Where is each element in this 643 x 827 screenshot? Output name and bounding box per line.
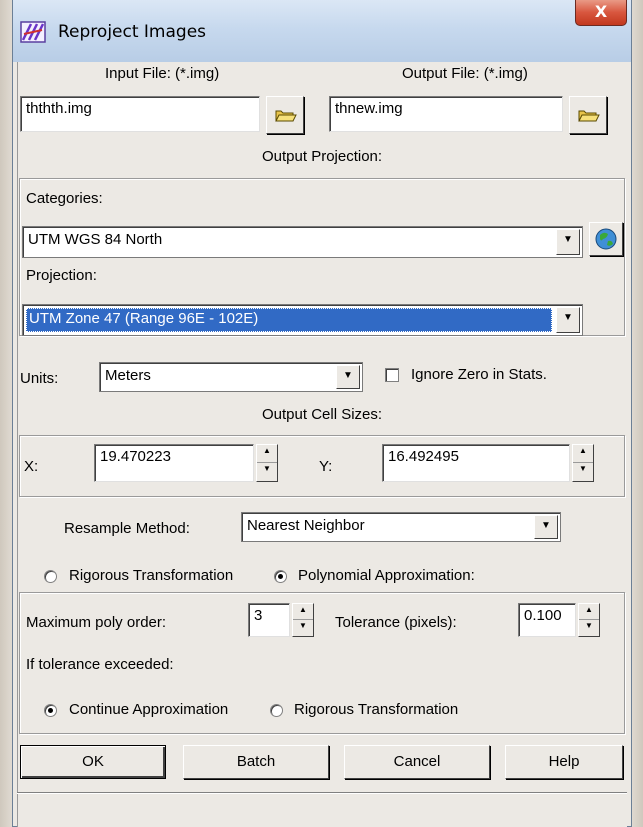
resample-method-dropdown[interactable]: Nearest Neighbor ▼ <box>241 512 561 542</box>
globe-button[interactable] <box>589 222 623 256</box>
reproject-app-icon <box>20 21 46 43</box>
resample-method-label: Resample Method: <box>64 520 190 537</box>
spin-up-icon[interactable]: ▲ <box>257 445 277 463</box>
chevron-down-icon[interactable]: ▼ <box>534 515 558 539</box>
chevron-down-icon[interactable]: ▼ <box>556 307 580 333</box>
polynomial-approximation-radio[interactable] <box>274 570 287 583</box>
batch-button[interactable]: Batch <box>183 745 329 779</box>
spin-up-icon[interactable]: ▲ <box>293 604 313 620</box>
max-poly-order-label: Maximum poly order: <box>26 614 167 631</box>
tolerance-input[interactable]: 0.100 <box>518 603 576 637</box>
y-cell-size-input[interactable]: 16.492495 <box>382 444 570 482</box>
x-label: X: <box>24 458 39 475</box>
tolerance-spinner[interactable]: ▲ ▼ <box>578 603 600 637</box>
categories-dropdown[interactable]: UTM WGS 84 North ▼ <box>22 226 583 258</box>
ignore-zero-checkbox[interactable] <box>385 368 399 382</box>
input-file-label: Input File: (*.img) <box>105 65 220 82</box>
y-cell-size-spinner[interactable]: ▲ ▼ <box>572 444 594 482</box>
globe-icon <box>595 228 617 250</box>
tolerance-exceeded-label: If tolerance exceeded: <box>26 656 174 673</box>
projection-dropdown[interactable]: UTM Zone 47 (Range 96E - 102E) ▼ <box>22 304 583 336</box>
folder-icon <box>275 110 297 122</box>
output-projection-label: Output Projection: <box>262 148 383 165</box>
spin-down-icon[interactable]: ▼ <box>573 463 593 481</box>
max-poly-order-spinner[interactable]: ▲ ▼ <box>292 603 314 637</box>
rigorous-transformation-label: Rigorous Transformation <box>69 567 234 584</box>
projection-value: UTM Zone 47 (Range 96E - 102E) <box>26 308 552 332</box>
output-file-browse-button[interactable] <box>569 96 607 134</box>
y-label: Y: <box>319 458 333 475</box>
resample-method-value: Nearest Neighbor <box>247 517 365 534</box>
continue-approximation-radio[interactable] <box>44 704 57 717</box>
output-file-label: Output File: (*.img) <box>402 65 528 82</box>
window-title: Reproject Images <box>58 22 207 42</box>
ok-button[interactable]: OK <box>20 745 166 779</box>
spin-down-icon[interactable]: ▼ <box>257 463 277 481</box>
spin-up-icon[interactable]: ▲ <box>579 604 599 620</box>
units-label: Units: <box>20 370 59 387</box>
cancel-button[interactable]: Cancel <box>344 745 490 779</box>
help-button[interactable]: Help <box>505 745 623 779</box>
categories-label: Categories: <box>26 190 103 207</box>
output-file-field[interactable]: thnew.img <box>329 96 563 132</box>
max-poly-order-input[interactable]: 3 <box>248 603 290 637</box>
input-file-browse-button[interactable] <box>266 96 304 134</box>
status-bar <box>17 792 627 827</box>
spin-down-icon[interactable]: ▼ <box>293 620 313 636</box>
units-dropdown[interactable]: Meters ▼ <box>99 362 363 392</box>
chevron-down-icon[interactable]: ▼ <box>336 365 360 389</box>
tolerance-label: Tolerance (pixels): <box>335 614 457 631</box>
polynomial-approximation-label: Polynomial Approximation: <box>298 567 475 584</box>
categories-value: UTM WGS 84 North <box>28 231 163 248</box>
units-value: Meters <box>105 367 151 384</box>
spin-down-icon[interactable]: ▼ <box>579 620 599 636</box>
folder-icon <box>578 110 600 122</box>
rigorous-transformation-exceeded-label: Rigorous Transformation <box>294 701 459 718</box>
input-file-field[interactable]: ththth.img <box>20 96 260 132</box>
spin-up-icon[interactable]: ▲ <box>573 445 593 463</box>
projection-label: Projection: <box>26 267 97 284</box>
continue-approximation-label: Continue Approximation <box>69 701 229 718</box>
chevron-down-icon[interactable]: ▼ <box>556 229 580 255</box>
output-cell-sizes-label: Output Cell Sizes: <box>262 406 383 423</box>
close-button[interactable]: X <box>575 0 627 26</box>
ignore-zero-label: Ignore Zero in Stats. <box>411 366 547 383</box>
rigorous-transformation-radio[interactable] <box>44 570 57 583</box>
x-cell-size-input[interactable]: 19.470223 <box>94 444 254 482</box>
rigorous-transformation-exceeded-radio[interactable] <box>270 704 283 717</box>
x-cell-size-spinner[interactable]: ▲ ▼ <box>256 444 278 482</box>
